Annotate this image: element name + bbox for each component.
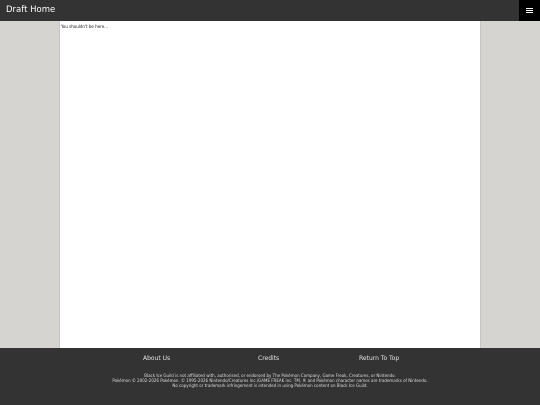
left-gutter xyxy=(0,21,59,348)
main-content: You shouldn't be here... xyxy=(59,21,481,348)
main-message: You shouldn't be here... xyxy=(61,24,108,29)
disclaimer: Black Ice Guild is not affiliated with, … xyxy=(0,373,540,388)
top-navbar: Draft Home xyxy=(0,0,540,21)
footer: About Us Credits Return To Top Black Ice… xyxy=(0,348,540,405)
about-us-link[interactable]: About Us xyxy=(143,355,170,363)
home-link[interactable]: Draft Home xyxy=(6,4,55,16)
menu-button[interactable] xyxy=(519,0,540,21)
return-to-top-link[interactable]: Return To Top xyxy=(359,355,399,363)
disclaimer-line-3: No copyright or trademark infringement i… xyxy=(172,383,368,388)
credits-link[interactable]: Credits xyxy=(258,355,279,363)
